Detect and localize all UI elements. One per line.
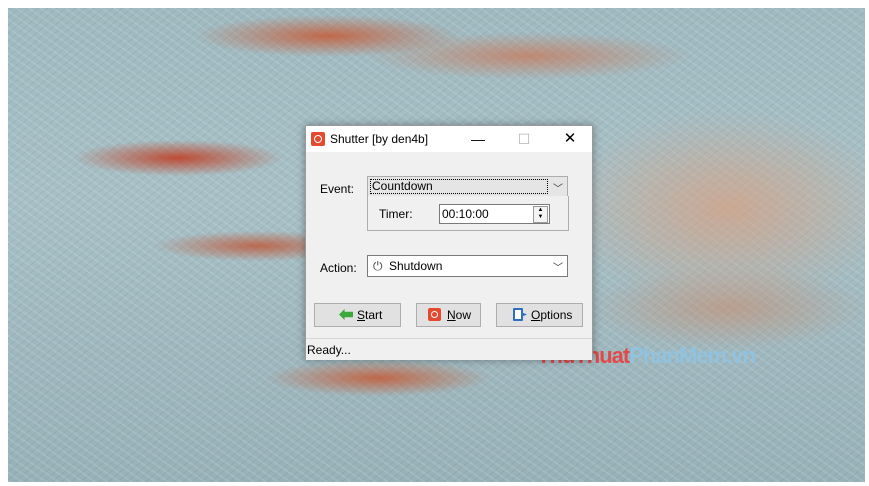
timer-input[interactable]: 00:10:00 ▲ ▼ [439,204,550,224]
maximize-button[interactable]: ☐ [502,126,546,152]
power-red-icon [428,308,441,321]
event-selected-value: Countdown [370,179,548,194]
options-button-label: Options [531,308,573,322]
window-title: Shutter [by den4b] [330,132,429,146]
start-button-label: Start [357,308,383,322]
watermark-part2: PhanMem.vn [629,343,756,368]
title-bar[interactable]: Shutter [by den4b] — ☐ ✕ [306,126,592,152]
chevron-down-icon: ﹀ [553,263,563,274]
timer-value: 00:10:00 [442,207,489,221]
status-text: Ready... [307,343,351,357]
app-power-icon [311,132,325,146]
chevron-down-icon: ﹀ [553,184,563,195]
options-icon [513,308,523,321]
minimize-button[interactable]: — [456,126,500,152]
close-button[interactable]: ✕ [548,126,592,152]
now-button-label: Now [447,308,472,322]
event-label: Event: [320,182,355,196]
start-button[interactable]: Start [314,303,401,327]
timer-spin-buttons[interactable]: ▲ ▼ [533,206,548,223]
power-icon: ⏻ [373,259,383,273]
status-bar: Ready... [306,338,592,360]
timer-label: Timer: [379,207,413,221]
now-button[interactable]: Now [416,303,481,327]
start-arrow-icon [339,309,353,320]
options-button[interactable]: Options [496,303,583,327]
action-dropdown[interactable]: ⏻ Shutdown ﹀ [367,255,568,277]
shutter-window: Shutter [by den4b] — ☐ ✕ Event: Countdow… [305,125,593,360]
action-label: Action: [320,261,357,275]
action-selected-value: Shutdown [389,259,443,273]
event-dropdown[interactable]: Countdown ﹀ [367,176,568,197]
